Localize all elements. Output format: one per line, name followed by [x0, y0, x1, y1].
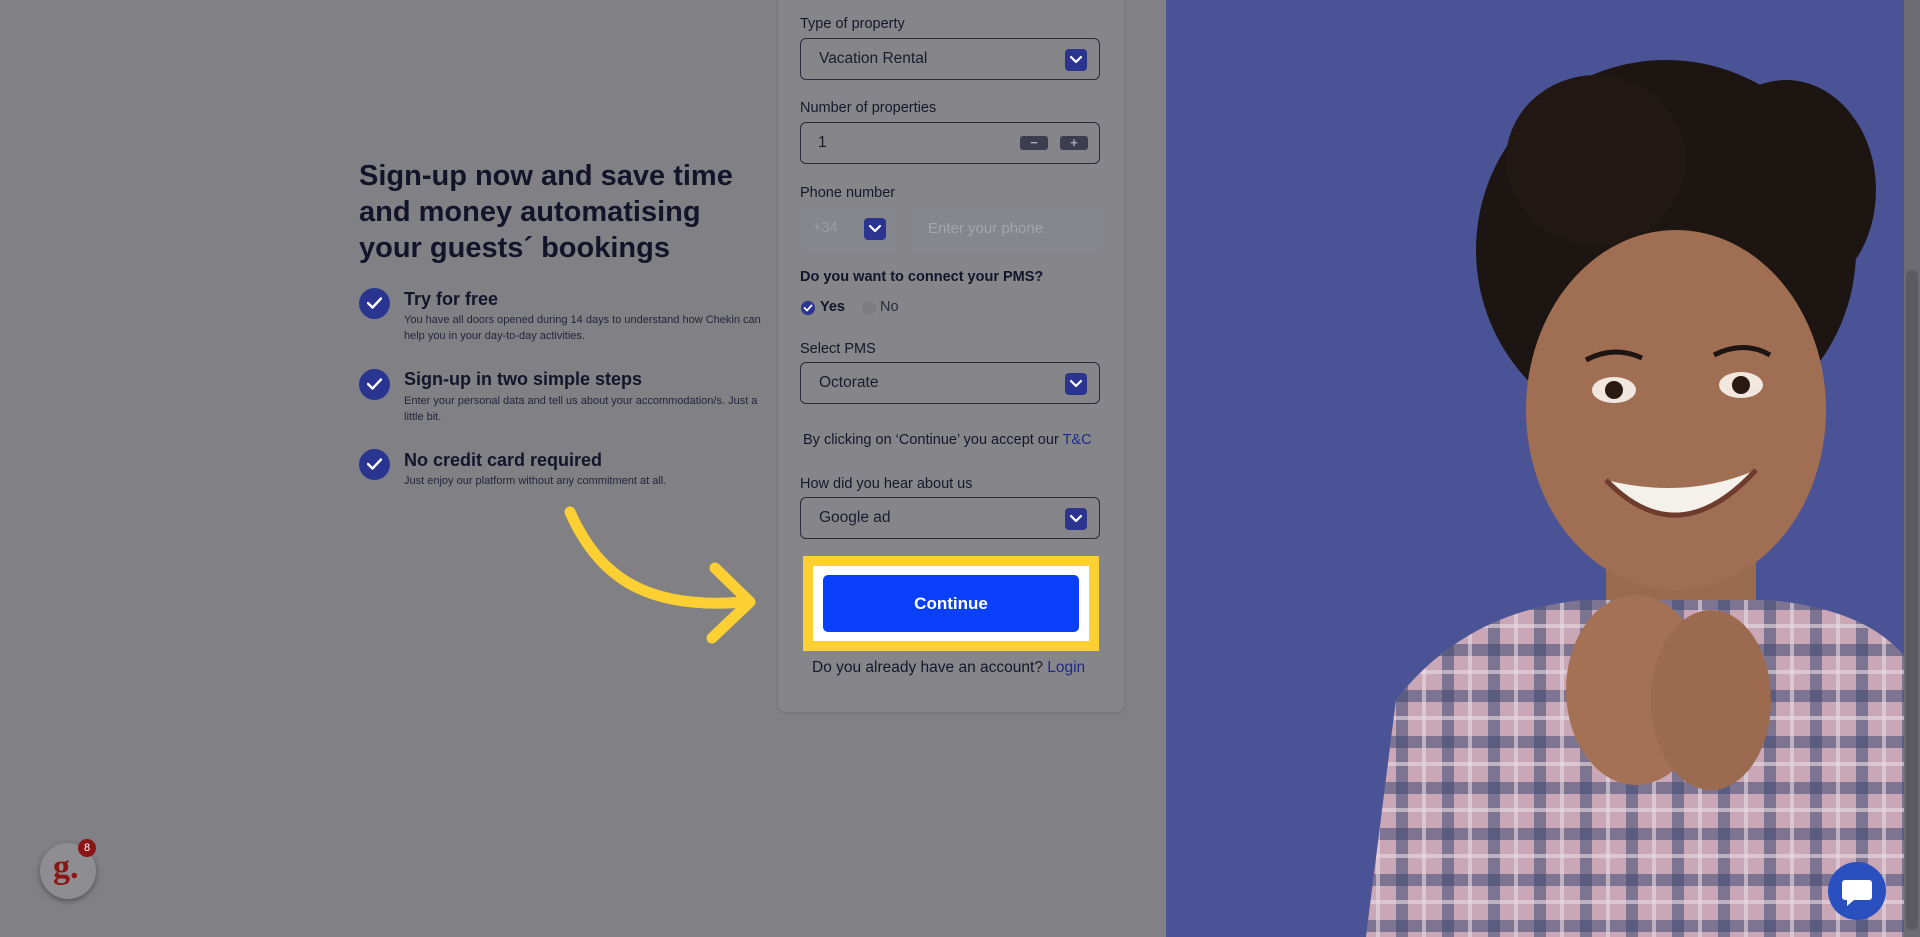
- login-text: Do you already have an account?: [812, 659, 1043, 676]
- terms-message: By clicking on ‘Continue’ you accept our: [803, 432, 1059, 448]
- hear-about-label: How did you hear about us: [800, 476, 973, 492]
- signup-page: Sign-up now and save time and money auto…: [0, 0, 1920, 937]
- select-pms-label: Select PMS: [800, 341, 876, 357]
- scrollbar-thumb[interactable]: [1906, 270, 1918, 930]
- num-properties-label: Number of properties: [800, 100, 937, 116]
- terms-text: By clicking on ‘Continue’ you accept our…: [803, 432, 1092, 448]
- yes-radio[interactable]: [801, 301, 815, 315]
- property-type-value: Vacation Rental: [819, 50, 928, 67]
- notification-badge: 8: [78, 839, 96, 857]
- widget-logo: g.: [53, 849, 79, 886]
- num-properties-value: 1: [818, 134, 827, 151]
- woman-illustration: [1366, 60, 1920, 937]
- curved-arrow-icon: [564, 506, 756, 644]
- feature-description: Just enjoy our platform without any comm…: [404, 475, 667, 487]
- feature-description: Enter your personal data and tell us abo…: [404, 395, 758, 423]
- terms-link[interactable]: T&C: [1063, 432, 1092, 448]
- feature-description: You have all doors opened during 14 days…: [404, 314, 761, 342]
- select-pms-value: Octorate: [819, 374, 879, 391]
- phone-label: Phone number: [800, 185, 896, 201]
- num-properties-stepper[interactable]: 1 − +: [800, 122, 1100, 164]
- feature-title: Sign-up in two simple steps: [404, 369, 643, 389]
- feature-title: No credit card required: [404, 450, 603, 470]
- property-type-label: Type of property: [800, 16, 905, 32]
- property-type-select[interactable]: Vacation Rental: [800, 38, 1100, 80]
- check-icon: [359, 288, 390, 319]
- continue-button[interactable]: Continue: [823, 575, 1079, 632]
- check-icon: [359, 449, 390, 480]
- chevron-down-icon[interactable]: [864, 218, 886, 240]
- decrement-button[interactable]: −: [1020, 136, 1048, 150]
- chat-bubble-icon: [1842, 880, 1872, 906]
- country-code-value: +34: [813, 220, 838, 236]
- no-radio[interactable]: [862, 301, 876, 315]
- pms-question-label: Do you want to connect your PMS?: [800, 269, 1044, 285]
- chevron-down-icon[interactable]: [1065, 373, 1087, 395]
- login-link[interactable]: Login: [1047, 659, 1085, 676]
- phone-input[interactable]: Enter your phone: [911, 207, 1101, 251]
- chat-button[interactable]: [1828, 862, 1886, 920]
- select-pms-dropdown[interactable]: Octorate: [800, 362, 1100, 404]
- hear-about-value: Google ad: [819, 509, 891, 526]
- chevron-down-icon[interactable]: [1065, 49, 1087, 71]
- login-prompt: Do you already have an account? Login: [812, 659, 1085, 677]
- chevron-down-icon[interactable]: [1065, 508, 1087, 530]
- no-label[interactable]: No: [880, 299, 899, 315]
- increment-button[interactable]: +: [1060, 136, 1088, 150]
- check-icon: [359, 369, 390, 400]
- phone-placeholder: Enter your phone: [928, 220, 1044, 237]
- hear-about-select[interactable]: Google ad: [800, 497, 1100, 539]
- help-widget-button[interactable]: g. 8: [40, 839, 96, 899]
- yes-label[interactable]: Yes: [820, 299, 845, 315]
- page-headline: Sign-up now and save time and money auto…: [359, 160, 733, 264]
- country-code-select[interactable]: +34: [800, 207, 896, 251]
- hero-photo: [1166, 0, 1920, 937]
- feature-title: Try for free: [404, 289, 499, 309]
